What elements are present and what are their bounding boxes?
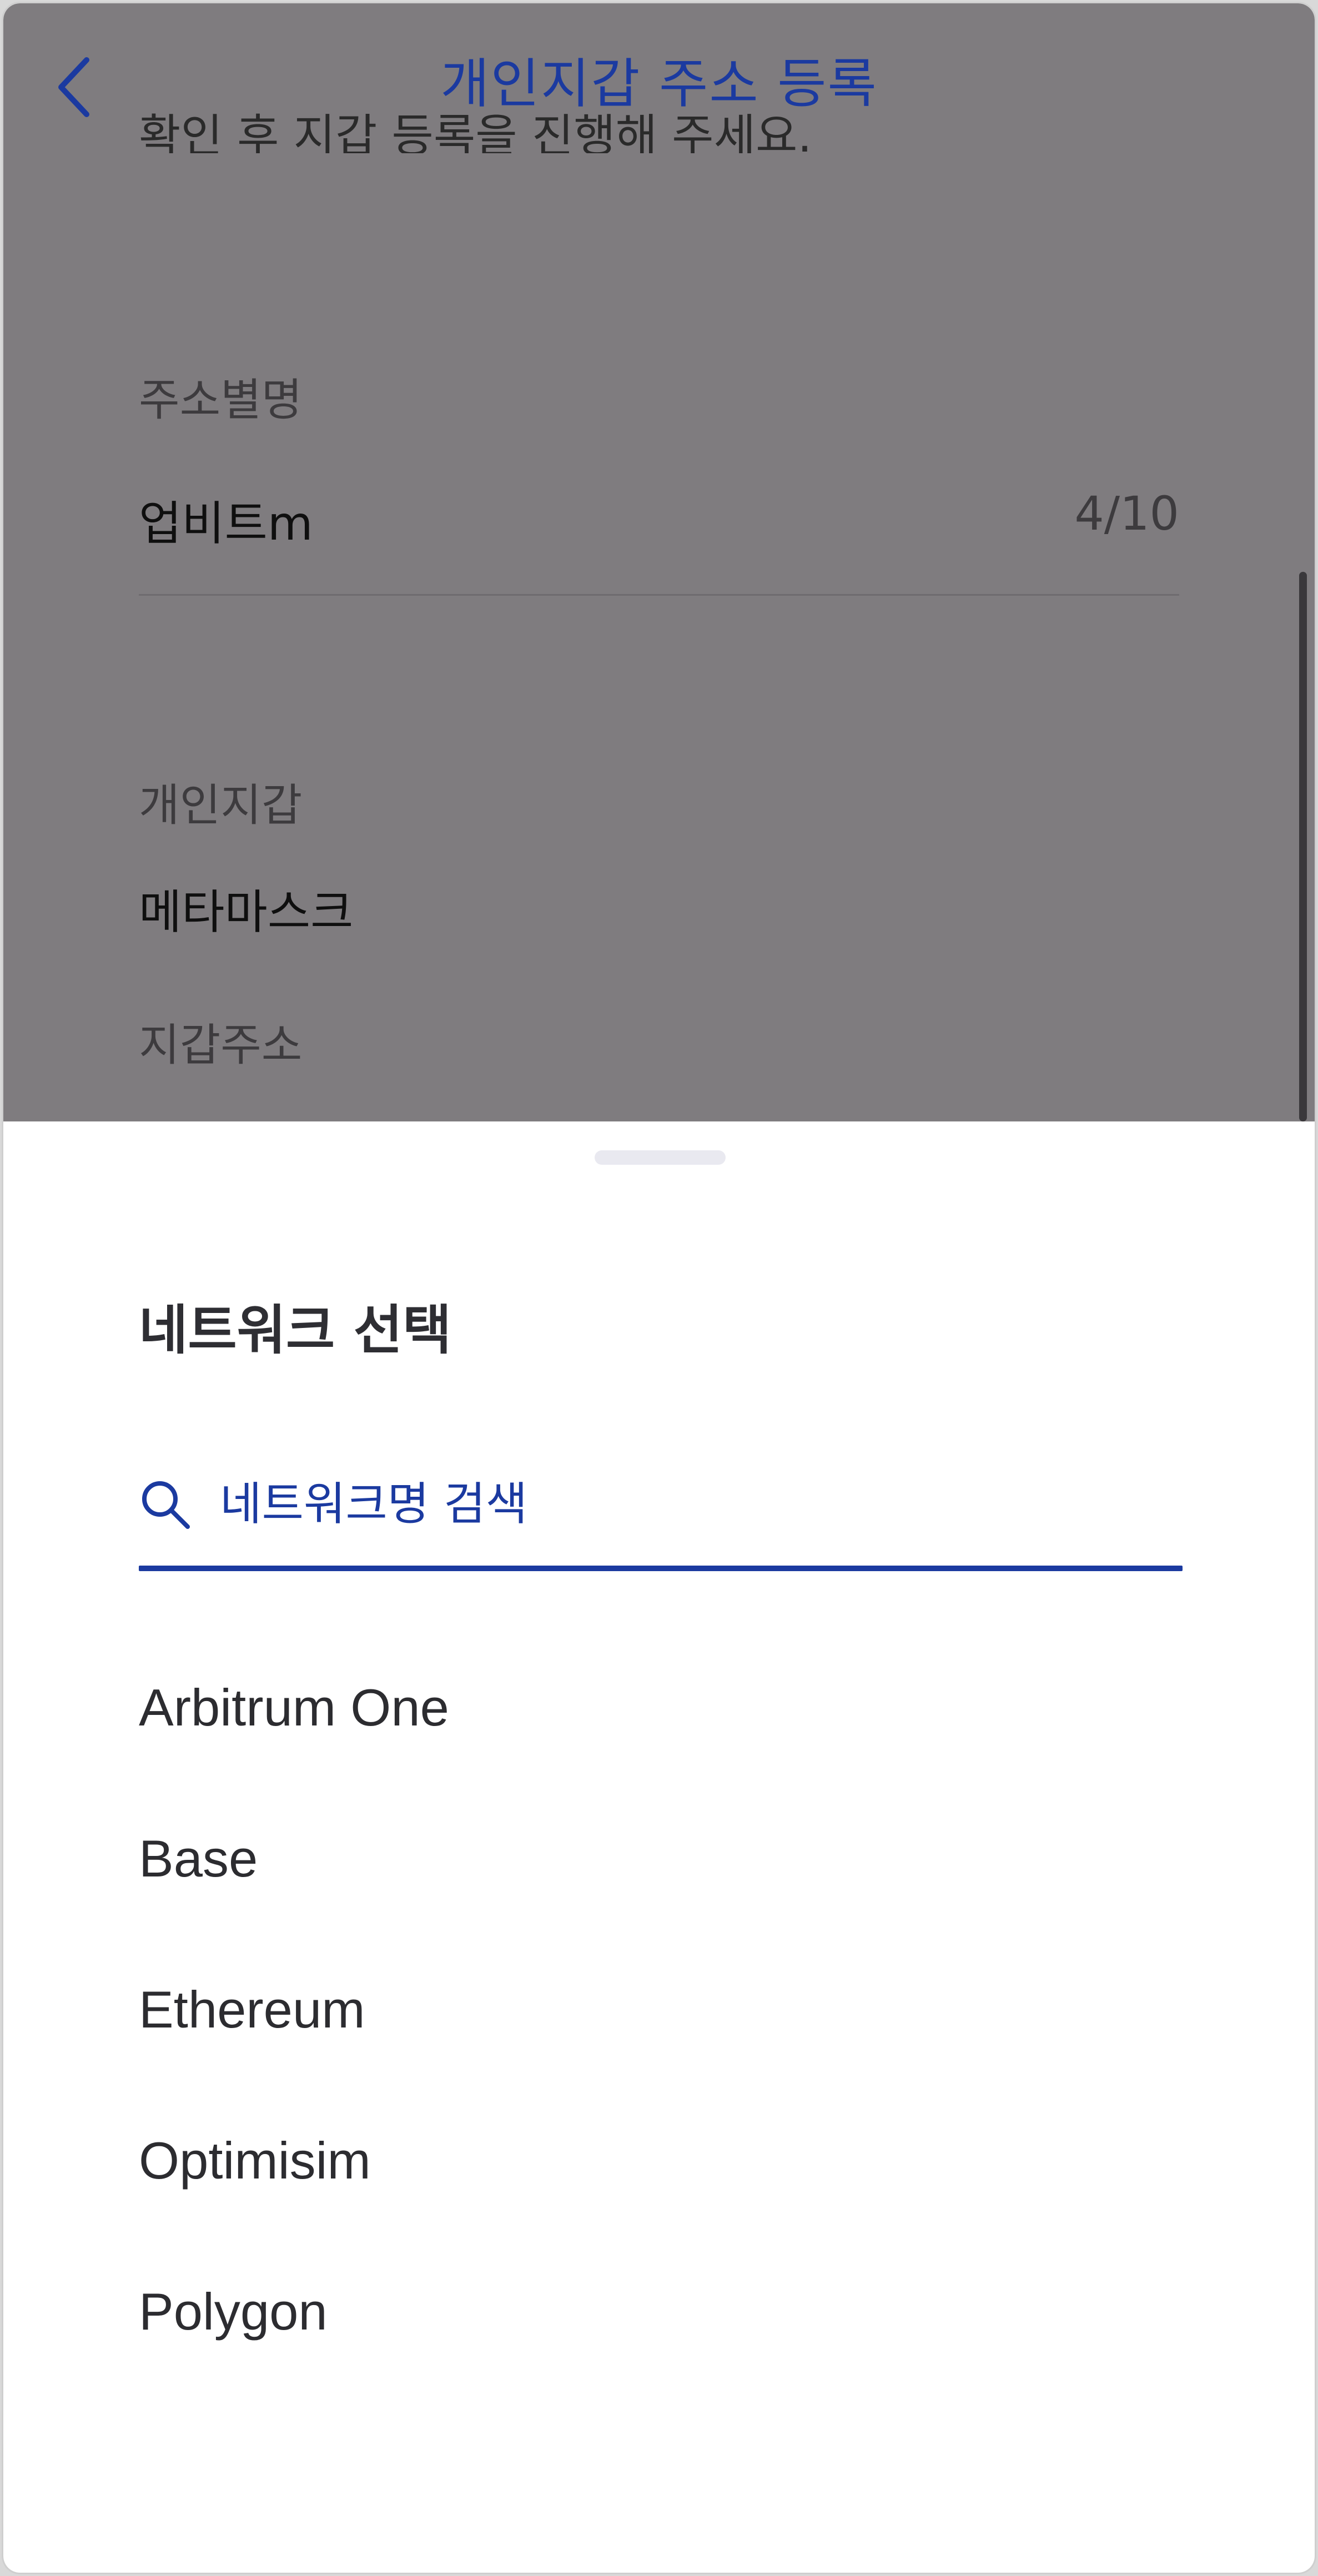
network-item-ethereum[interactable]: Ethereum xyxy=(3,1934,1315,2085)
network-item-base[interactable]: Base xyxy=(3,1783,1315,1934)
network-item-optimism[interactable]: Optimisim xyxy=(3,2085,1315,2236)
network-item-polygon[interactable]: Polygon xyxy=(3,2236,1315,2387)
instruction-text: 확인 후 지갑 등록을 진행해 주세요. xyxy=(139,110,812,153)
wallet-value: 메타마스크 xyxy=(139,885,354,939)
search-underline xyxy=(139,1566,1183,1571)
search-icon xyxy=(142,1481,190,1529)
sheet-title: 네트워크 선택 xyxy=(139,1299,452,1361)
alias-value: 업비트m xyxy=(139,496,313,551)
scrollbar[interactable] xyxy=(1299,572,1307,1121)
network-select-sheet: 네트워크 선택 Arbitrum One Base Ethereum Optim… xyxy=(3,1121,1315,2573)
alias-char-counter: 4/10 xyxy=(1074,486,1179,541)
network-item-arbitrum-one[interactable]: Arbitrum One xyxy=(3,1632,1315,1783)
sheet-drag-handle[interactable] xyxy=(595,1150,726,1165)
address-label: 지갑주소 xyxy=(139,1019,303,1071)
alias-label: 주소별명 xyxy=(139,374,303,426)
dimmed-background-page[interactable]: 개인지갑 주소 등록 확인 후 지갑 등록을 진행해 주세요. 주소별명 업비트… xyxy=(3,3,1315,1121)
network-list: Arbitrum One Base Ethereum Optimisim Pol… xyxy=(3,1632,1315,2387)
wallet-label: 개인지갑 xyxy=(139,779,303,831)
network-search xyxy=(139,1455,1183,1577)
network-search-input[interactable] xyxy=(220,1468,1164,1540)
alias-field-underline xyxy=(139,594,1179,596)
app-screen: 개인지갑 주소 등록 확인 후 지갑 등록을 진행해 주세요. 주소별명 업비트… xyxy=(3,3,1315,2573)
